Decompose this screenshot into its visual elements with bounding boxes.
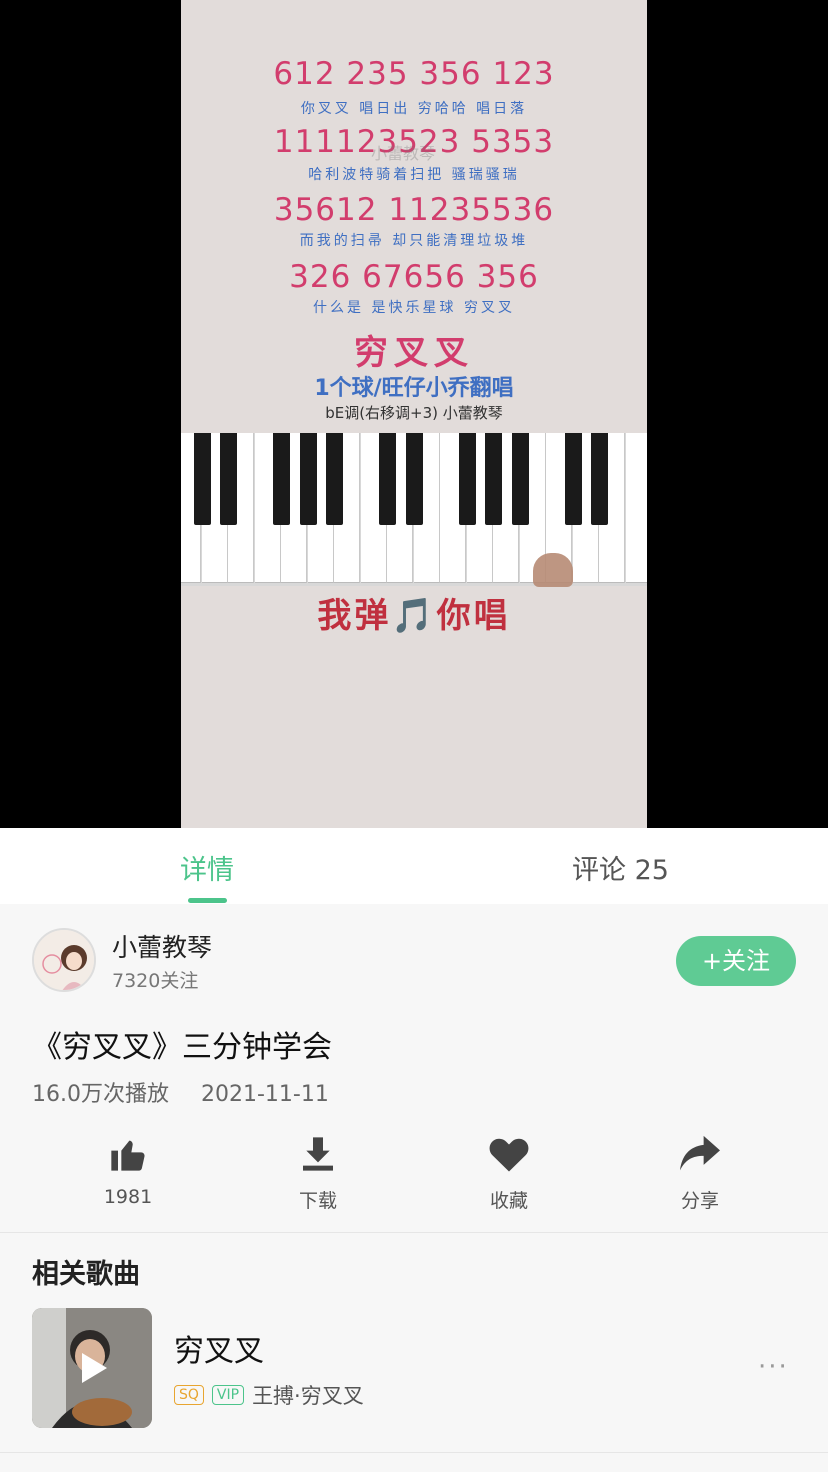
post-date: 2021-11-11 <box>201 1082 329 1107</box>
share-button[interactable]: 分享 <box>640 1132 760 1213</box>
divider <box>0 1232 828 1233</box>
like-button[interactable]: 1981 <box>68 1132 188 1208</box>
author-followers: 7320关注 <box>112 970 199 992</box>
related-song-title[interactable]: 穷叉叉 <box>174 1326 264 1370</box>
more-options-icon[interactable]: ··· <box>758 1352 789 1382</box>
video-frame[interactable]: 612 235 356 123 你叉叉 唱日出 穷哈哈 唱日落 11112352… <box>181 0 647 828</box>
play-icon[interactable] <box>32 1308 152 1428</box>
black-key <box>458 433 476 525</box>
video-key-info: bE调(右移调+3) 小蕾教琴 <box>325 404 503 422</box>
share-label: 分享 <box>680 1190 719 1212</box>
black-key <box>379 433 396 525</box>
tab-bar: 详情 评论 25 <box>0 828 828 904</box>
like-count: 1981 <box>103 1186 153 1208</box>
related-song-artist: 王搏·穷叉叉 <box>252 1384 364 1408</box>
black-key <box>485 433 502 525</box>
post-title: 《穷叉叉》三分钟学会 <box>32 1030 332 1065</box>
black-key <box>326 433 343 525</box>
lyric-line-2: 哈利波特骑着扫把 骚瑞骚瑞 <box>308 167 520 183</box>
black-key <box>405 433 423 525</box>
share-icon <box>680 1135 720 1171</box>
black-key <box>193 433 211 525</box>
download-icon <box>303 1137 333 1171</box>
avatar-image <box>34 930 94 990</box>
download-label: 下载 <box>298 1190 337 1212</box>
video-player[interactable]: 612 235 356 123 你叉叉 唱日出 穷哈哈 唱日落 11112352… <box>0 0 828 828</box>
related-song-meta: SQ VIP 王搏·穷叉叉 <box>174 1380 364 1410</box>
notation-line-1: 612 235 356 123 <box>273 56 555 92</box>
notation-line-4: 326 67656 356 <box>289 259 539 295</box>
video-song-title: 穷叉叉 <box>354 333 474 373</box>
post-meta: 16.0万次播放 2021-11-11 <box>32 1076 329 1108</box>
video-watermark: 小蕾教琴 <box>371 144 436 163</box>
related-song-thumbnail[interactable] <box>32 1308 152 1428</box>
divider <box>0 1452 828 1453</box>
vip-badge: VIP <box>211 1385 245 1405</box>
tab-details[interactable]: 详情 <box>180 848 234 887</box>
video-tagline: 我弹🎵你唱 <box>317 596 511 636</box>
tab-indicator <box>188 898 227 903</box>
download-button[interactable]: 下载 <box>258 1132 378 1213</box>
tab-comments[interactable]: 评论 25 <box>572 848 669 887</box>
favorite-label: 收藏 <box>489 1190 528 1212</box>
piano-keyboard <box>181 433 647 586</box>
details-panel: 小蕾教琴 7320关注 +关注 《穷叉叉》三分钟学会 16.0万次播放 2021-… <box>0 904 828 1472</box>
white-key <box>625 433 647 583</box>
black-key <box>299 433 317 525</box>
lyric-line-3: 而我的扫帚 却只能清理垃圾堆 <box>299 233 529 249</box>
black-key <box>511 433 529 525</box>
video-singers: 1个球/旺仔小乔翻唱 <box>314 376 514 401</box>
favorite-button[interactable]: 收藏 <box>449 1132 569 1213</box>
play-count: 16.0万次播放 <box>32 1082 169 1107</box>
related-songs-heading: 相关歌曲 <box>32 1259 140 1290</box>
lyric-line-4: 什么是 是快乐星球 穷叉叉 <box>313 300 515 316</box>
sq-badge: SQ <box>174 1385 204 1405</box>
avatar[interactable] <box>32 928 96 992</box>
author-name[interactable]: 小蕾教琴 <box>112 928 212 964</box>
heart-icon <box>489 1138 529 1172</box>
black-key <box>273 433 290 525</box>
lyric-line-1: 你叉叉 唱日出 穷哈哈 唱日落 <box>300 101 528 117</box>
hand <box>533 553 573 587</box>
black-key <box>220 433 237 525</box>
black-key <box>564 433 582 525</box>
follow-button[interactable]: +关注 <box>676 936 796 986</box>
thumbs-up-icon <box>111 1140 145 1171</box>
notation-line-3: 35612 11235536 <box>273 192 555 228</box>
black-key <box>591 433 608 525</box>
